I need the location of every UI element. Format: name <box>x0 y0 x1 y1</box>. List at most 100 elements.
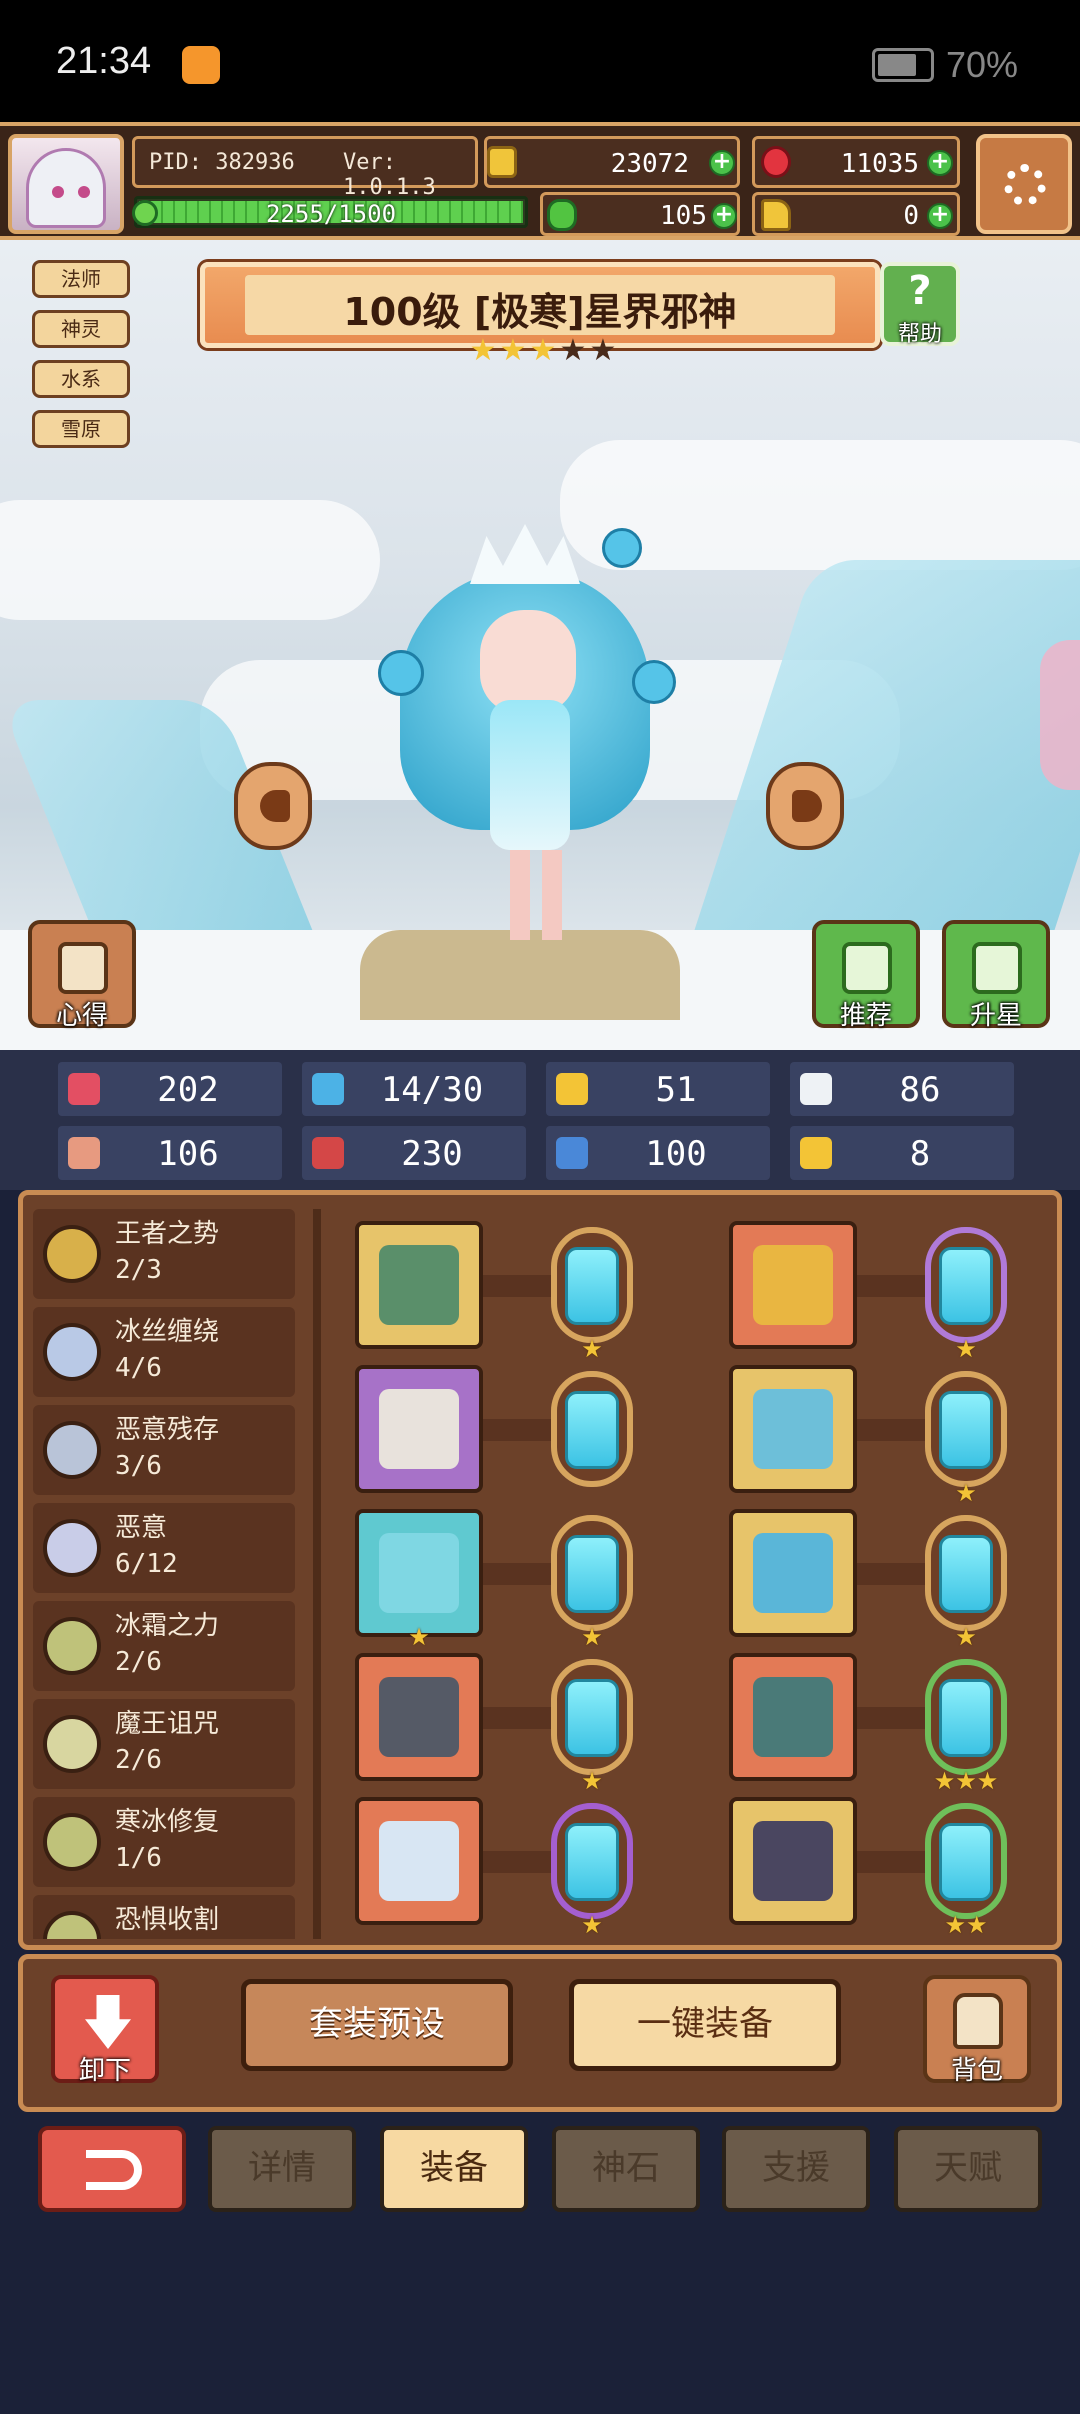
water-drop-icon <box>312 1073 344 1105</box>
stat-value: 51 <box>655 1070 697 1110</box>
tab-equipment[interactable]: 装备 <box>380 2126 528 2212</box>
star-up-button[interactable]: 升星 <box>942 920 1050 1031</box>
set-bonus-item[interactable]: 恐惧收割 <box>33 1895 295 1939</box>
stat-feather: 86 <box>790 1062 1014 1116</box>
tab-support[interactable]: 支援 <box>722 2126 870 2212</box>
tag-race[interactable]: 神灵 <box>32 310 130 348</box>
hero-title: 100级 [极寒]星界邪神 <box>343 290 737 334</box>
ice-orb-icon <box>378 650 424 696</box>
tag-element[interactable]: 水系 <box>32 360 130 398</box>
equip-slot-gloves[interactable] <box>729 1509 857 1637</box>
cape-icon <box>379 1389 459 1469</box>
recommend-button[interactable]: 推荐 <box>812 920 920 1031</box>
arrow-right-icon <box>792 790 822 822</box>
auto-equip-button[interactable]: 一键装备 <box>569 1979 841 2071</box>
gem-socket-cape[interactable] <box>551 1371 633 1487</box>
gem-star-rating: ★ <box>955 1623 977 1651</box>
set-bonus-item[interactable]: 魔王诅咒 2/6 <box>33 1699 295 1789</box>
star-empty-icon: ★ <box>559 333 587 368</box>
tab-god-stone[interactable]: 神石 <box>552 2126 700 2212</box>
ice-gem-icon <box>939 1823 993 1901</box>
bag-button[interactable]: 背包 <box>923 1975 1031 2086</box>
equip-slot-hat[interactable] <box>729 1221 857 1349</box>
tag-terrain[interactable]: 雪原 <box>32 410 130 448</box>
add-clover-button[interactable]: + <box>711 203 737 229</box>
equip-slot-ring[interactable] <box>355 1797 483 1925</box>
ore-icon <box>379 1677 459 1757</box>
action-bar: 卸下 套装预设 一键装备 背包 <box>18 1954 1062 2112</box>
ice-gem-icon <box>565 1679 619 1757</box>
next-hero-button[interactable] <box>766 762 844 850</box>
back-button[interactable] <box>38 2126 186 2212</box>
gem-socket-ring[interactable]: ★ <box>551 1803 633 1939</box>
tab-talent[interactable]: 天赋 <box>894 2126 1042 2212</box>
add-key-button[interactable]: + <box>927 203 953 229</box>
floating-widget[interactable] <box>1040 640 1080 790</box>
gold-coin-icon <box>487 146 517 178</box>
gold-amount: 23072 <box>610 149 689 179</box>
settings-button[interactable] <box>976 134 1072 234</box>
stat-shield: 51 <box>546 1062 770 1116</box>
gem-star-rating: ★ <box>581 1911 603 1939</box>
gem-socket-boots[interactable]: ★★ <box>925 1803 1007 1939</box>
gem-star-rating: ★ <box>955 1335 977 1363</box>
gem-star-rating: ★ <box>581 1767 603 1795</box>
gem-socket-necklace[interactable]: ★ <box>551 1515 633 1651</box>
add-gems-button[interactable]: + <box>927 150 953 176</box>
equip-slot-belt[interactable] <box>729 1653 857 1781</box>
star-filled-icon: ★ <box>529 333 557 368</box>
prev-hero-button[interactable] <box>234 762 312 850</box>
star-up-icon <box>972 942 1022 994</box>
gem-socket-ore[interactable]: ★ <box>551 1659 633 1795</box>
equip-slot-boots[interactable] <box>729 1797 857 1925</box>
add-gold-button[interactable]: + <box>709 150 735 176</box>
equip-slot-weapon[interactable] <box>355 1221 483 1349</box>
equip-slot-armor[interactable] <box>729 1365 857 1493</box>
game-version: Ver: 1.0.1.3 <box>343 150 436 200</box>
set-bonus-item[interactable]: 冰霜之力 2/6 <box>33 1601 295 1691</box>
character-leg <box>510 850 530 940</box>
equipment-panel: 王者之势 2/3 冰丝缠绕 4/6 恶意残存 3/6 恶意 6/12 冰霜之力 2/6 魔王诅咒 2/… <box>18 1190 1062 1950</box>
weapon-icon <box>379 1245 459 1325</box>
stats-panel: 202 14/30 51 86 106 230 100 8 <box>0 1050 1080 1190</box>
gem-socket-belt[interactable]: ★★★ <box>925 1659 1007 1795</box>
ice-orb-icon <box>602 528 642 568</box>
set-preset-button[interactable]: 套装预设 <box>241 1979 513 2071</box>
player-id: PID: 382936 <box>149 150 295 175</box>
help-button[interactable]: ? 帮助 <box>880 262 960 347</box>
notes-label: 心得 <box>55 1001 108 1031</box>
ruby-icon <box>761 146 791 178</box>
stat-book: 230 <box>302 1126 526 1180</box>
gem-socket-weapon[interactable]: ★ <box>551 1227 633 1363</box>
tag-class[interactable]: 法师 <box>32 260 130 298</box>
equip-slot-necklace[interactable]: ★ <box>355 1509 483 1651</box>
equip-slot-cape[interactable] <box>355 1365 483 1493</box>
unequip-button[interactable]: 卸下 <box>51 1975 159 2086</box>
gem-socket-armor[interactable]: ★ <box>925 1371 1007 1507</box>
set-bonus-item[interactable]: 冰丝缠绕 4/6 <box>33 1307 295 1397</box>
gem-connector <box>857 1419 927 1441</box>
gem-socket-gloves[interactable]: ★ <box>925 1515 1007 1651</box>
set-bonus-item[interactable]: 恶意残存 3/6 <box>33 1405 295 1495</box>
set-bonus-item[interactable]: 王者之势 2/3 <box>33 1209 295 1299</box>
xp-orb-icon <box>132 200 158 226</box>
set-bonus-item[interactable]: 寒冰修复 1/6 <box>33 1797 295 1887</box>
hero-character[interactable] <box>370 524 690 950</box>
stat-fist: 106 <box>58 1126 282 1180</box>
set-bonus-list[interactable]: 王者之势 2/3 冰丝缠绕 4/6 恶意残存 3/6 恶意 6/12 冰霜之力 2/6 魔王诅咒 2/… <box>33 1209 305 1939</box>
player-avatar[interactable] <box>8 134 124 234</box>
notes-button[interactable]: 心得 <box>28 920 136 1031</box>
character-dress <box>490 700 570 850</box>
set-progress: 1/6 <box>115 1843 162 1873</box>
set-bonus-item[interactable]: 恶意 6/12 <box>33 1503 295 1593</box>
bag-label: 背包 <box>950 2056 1003 2086</box>
equip-slot-ore[interactable] <box>355 1653 483 1781</box>
gem-connector <box>483 1563 553 1585</box>
hero-stage: 法师 神灵 水系 雪原 100级 [极寒]星界邪神 ? 帮助 ★ ★ ★ ★ ★ 心得 … <box>0 240 1080 1050</box>
set-progress: 2/6 <box>115 1745 162 1775</box>
set-emblem-icon <box>43 1813 101 1871</box>
stat-value: 202 <box>157 1070 219 1110</box>
tab-details[interactable]: 详情 <box>208 2126 356 2212</box>
gem-socket-hat[interactable]: ★ <box>925 1227 1007 1363</box>
fist-icon <box>68 1137 100 1169</box>
